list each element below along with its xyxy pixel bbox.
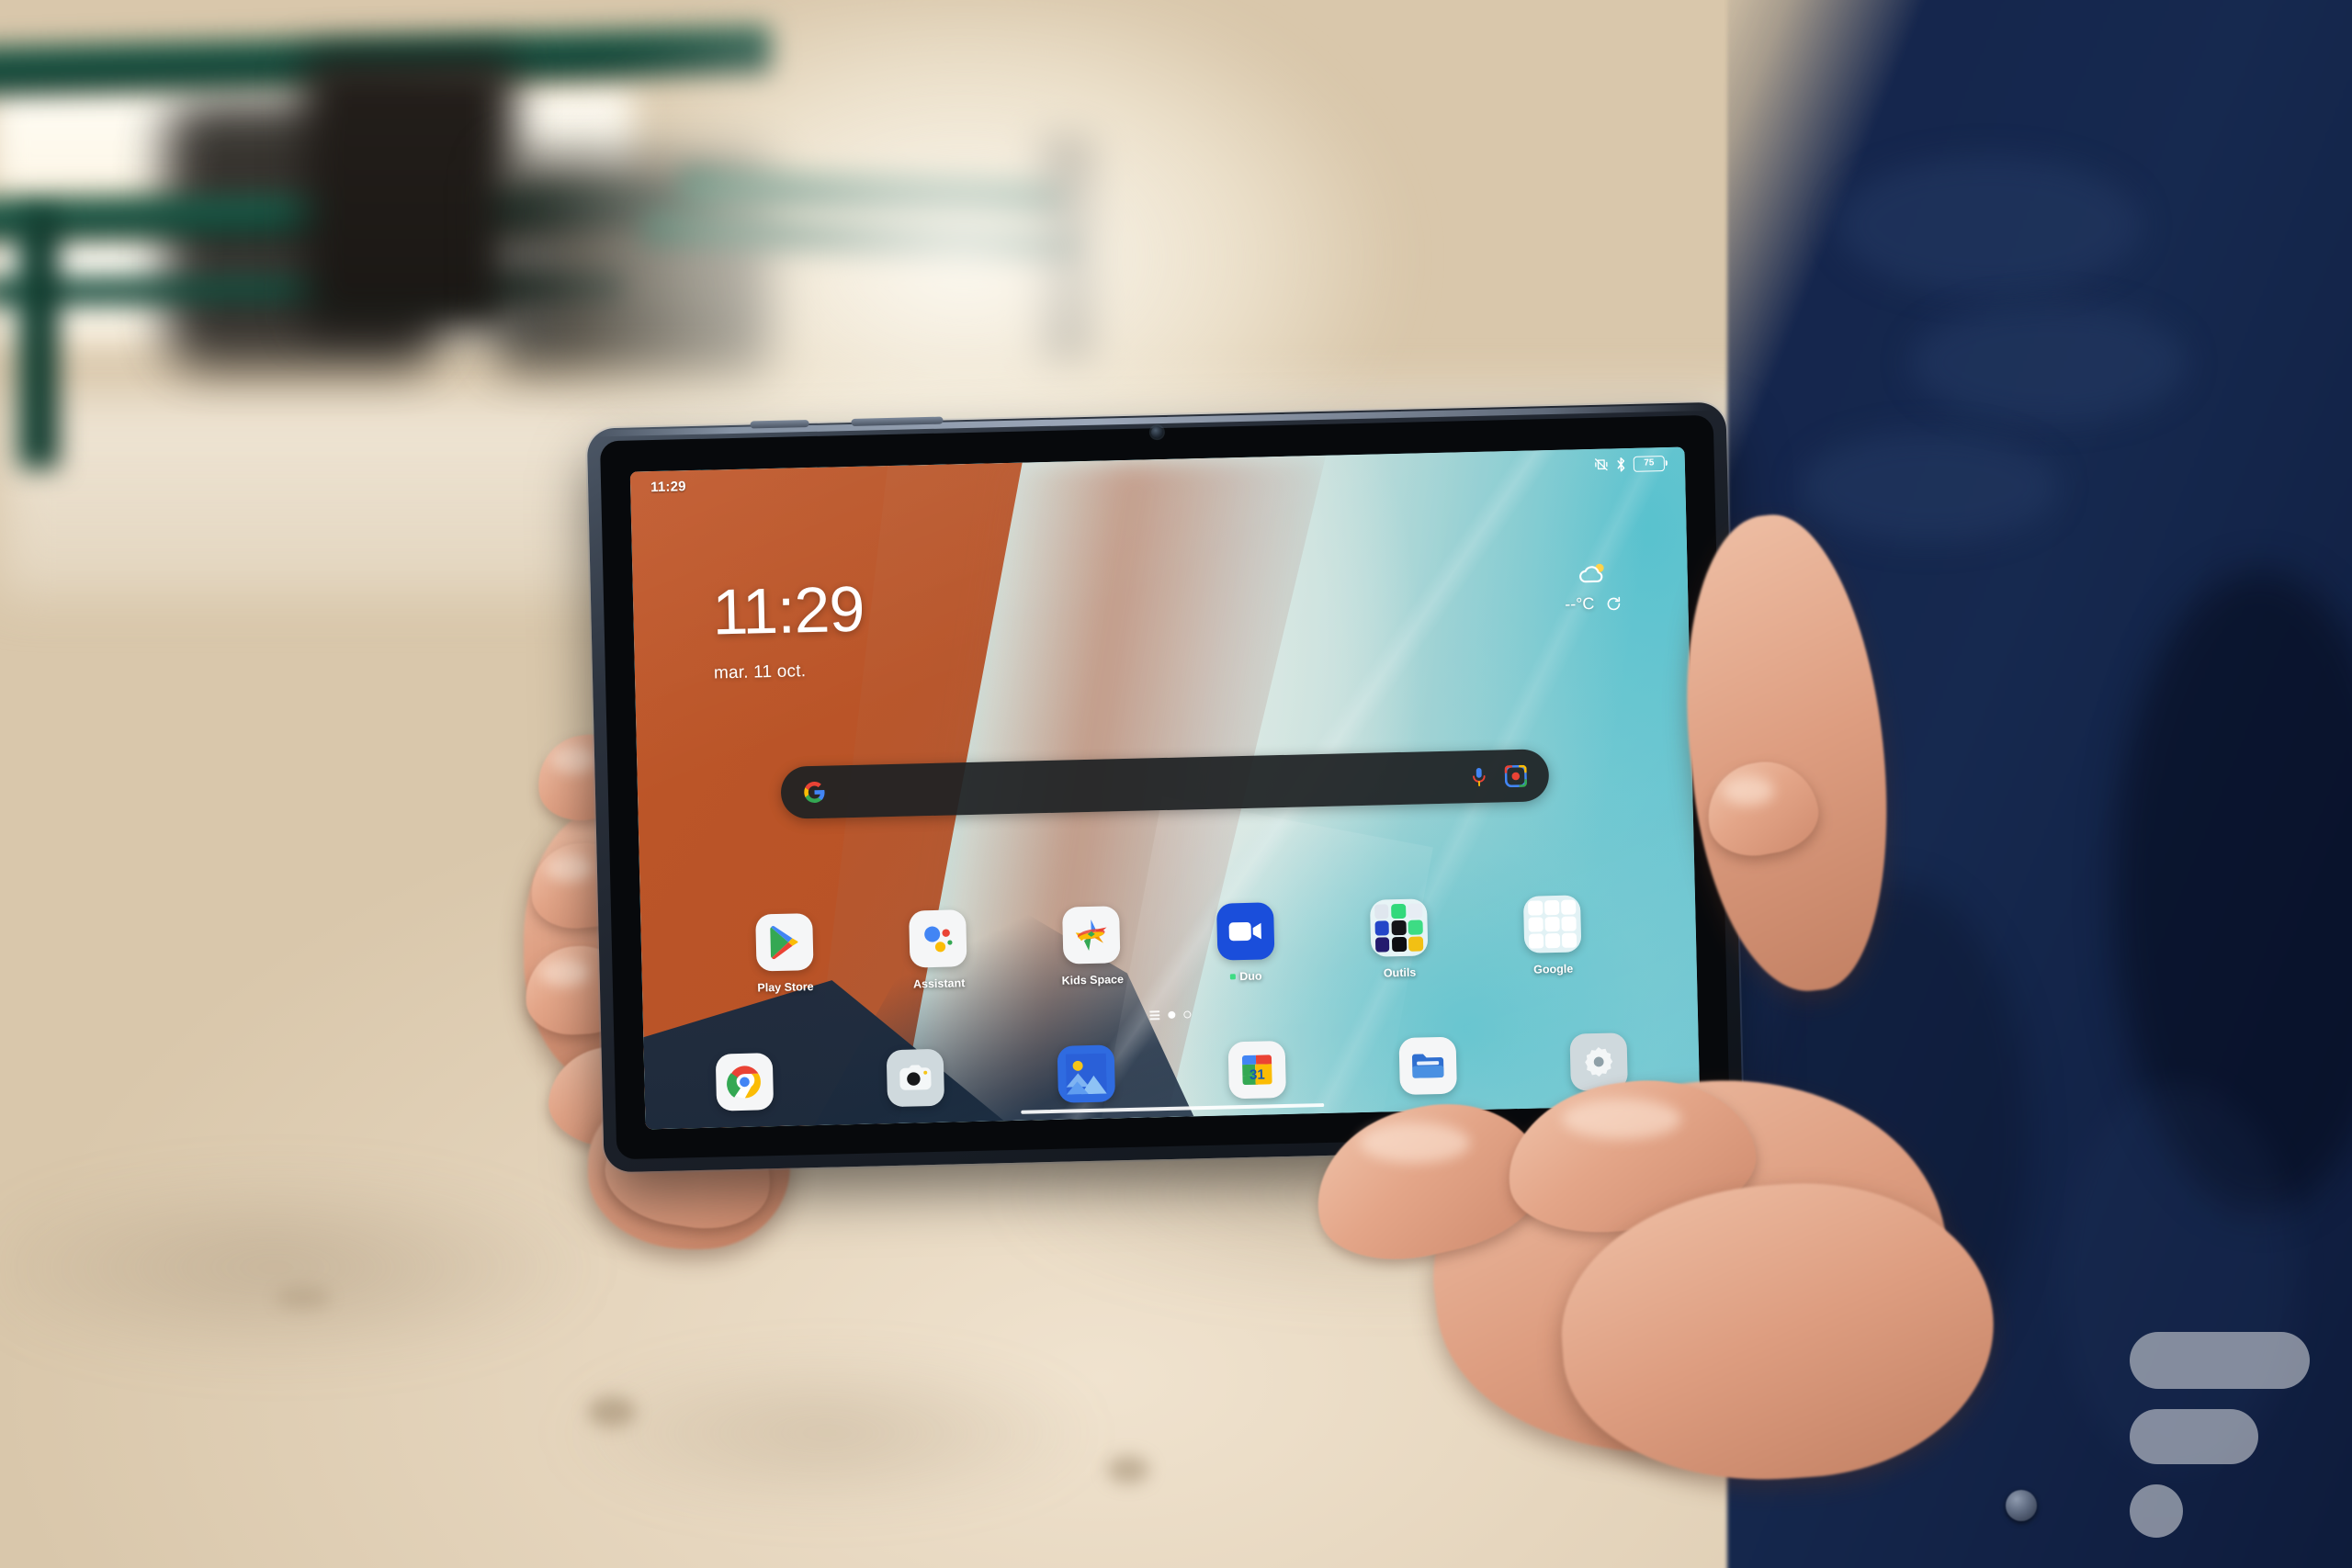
- mini-icon: [1374, 904, 1389, 919]
- vibrate-mute-icon: [1595, 458, 1608, 471]
- mini-icon: [1374, 920, 1390, 936]
- weather-readout: --°C: [1565, 593, 1623, 614]
- mini-icon: [1391, 937, 1407, 953]
- frandroid-logo: [2130, 1332, 2313, 1538]
- battery-level: 75: [1644, 457, 1655, 468]
- files-icon: [1411, 1054, 1444, 1078]
- logo-dot: [2130, 1484, 2183, 1538]
- mini-icon: [1390, 903, 1407, 919]
- calendar-icon: 31: [1241, 1055, 1272, 1086]
- app-folder-outils[interactable]: Outils: [1343, 898, 1455, 981]
- clock-widget[interactable]: 11:29 mar. 11 oct.: [711, 572, 866, 684]
- bench-leg: [18, 211, 59, 468]
- kids-space-icon: [1062, 906, 1121, 964]
- fallen-leaf: [276, 1286, 331, 1310]
- chrome-icon: [727, 1066, 761, 1099]
- clock-time: 11:29: [711, 572, 865, 649]
- mini-icon-photos: [1544, 933, 1561, 949]
- bluetooth-icon: [1617, 457, 1625, 471]
- app-label-text: Duo: [1239, 969, 1262, 984]
- mini-icon: [1374, 937, 1390, 953]
- app-list-icon[interactable]: [1149, 1010, 1160, 1021]
- app-folder-google[interactable]: Google: [1497, 895, 1609, 977]
- mini-icon: [1408, 919, 1423, 935]
- dock-item-files[interactable]: [1398, 1036, 1457, 1096]
- folder-icon: [1522, 895, 1582, 953]
- jacket-button: [2006, 1490, 2037, 1521]
- weather-widget[interactable]: --°C: [1564, 560, 1623, 614]
- page-dot-active[interactable]: [1168, 1010, 1176, 1019]
- page-indicator[interactable]: [1149, 1010, 1192, 1021]
- mini-icon: [1408, 903, 1423, 919]
- google-g-icon: [804, 782, 825, 803]
- logo-bar-top: [2130, 1332, 2310, 1389]
- notification-badge: [1230, 974, 1237, 980]
- dock-item-chrome[interactable]: [715, 1053, 775, 1111]
- dock-item-gallery[interactable]: [1057, 1044, 1116, 1103]
- status-bar-time: 11:29: [650, 478, 686, 495]
- cloud-sun-icon: [1579, 563, 1604, 583]
- microphone-icon[interactable]: [1470, 765, 1489, 787]
- settings-gear-icon: [1585, 1046, 1613, 1077]
- app-duo[interactable]: Duo: [1190, 902, 1302, 985]
- logo-bar-middle: [2130, 1409, 2258, 1464]
- app-label: Duo: [1230, 970, 1262, 984]
- app-kids-space[interactable]: Kids Space: [1035, 906, 1148, 988]
- calendar-day: 31: [1250, 1067, 1265, 1083]
- mini-icon: [1408, 936, 1424, 952]
- app-label: Play Store: [757, 980, 814, 995]
- dock-item-camera[interactable]: [886, 1048, 945, 1108]
- camera-icon: [899, 1065, 932, 1090]
- jacket-fold: [1838, 156, 2141, 294]
- mini-icon-gmail: [1544, 899, 1560, 915]
- search-bar-actions: [1470, 764, 1528, 787]
- mini-icon: [1391, 920, 1407, 936]
- page-dot[interactable]: [1183, 1010, 1192, 1019]
- mini-icon-calendar: [1562, 932, 1577, 948]
- mini-icon-google: [1527, 900, 1543, 916]
- refresh-icon[interactable]: [1605, 595, 1622, 612]
- mini-icon-drive: [1528, 917, 1544, 932]
- jacket-fold: [1801, 432, 2058, 542]
- gallery-icon: [1065, 1053, 1107, 1095]
- fallen-leaf: [1107, 1456, 1149, 1483]
- tablet-screen[interactable]: 11:29 75 11:29 mar. 11 oct. --°C Play St…: [629, 446, 1701, 1130]
- google-lens-icon[interactable]: [1504, 764, 1528, 787]
- weather-temperature: --°C: [1565, 593, 1595, 614]
- photo-scene: 11:29 75 11:29 mar. 11 oct. --°C Play St…: [0, 0, 2352, 1568]
- play-store-icon: [755, 913, 814, 972]
- app-play-store[interactable]: Play Store: [729, 912, 841, 995]
- status-bar-icons: 75: [1594, 455, 1666, 473]
- mini-icon-maps: [1561, 899, 1577, 915]
- front-camera: [1150, 425, 1163, 439]
- tablet-device: 11:29 75 11:29 mar. 11 oct. --°C Play St…: [586, 401, 1744, 1173]
- app-assistant[interactable]: Assistant: [882, 908, 994, 991]
- power-button[interactable]: [750, 420, 809, 429]
- folder-icon: [1369, 898, 1429, 957]
- mini-icon-chat: [1561, 916, 1577, 931]
- app-label: Assistant: [912, 976, 966, 991]
- app-label: Google: [1533, 962, 1574, 976]
- google-duo-icon: [1216, 902, 1275, 961]
- app-label: Kids Space: [1061, 973, 1125, 987]
- mini-icon-record: [1544, 917, 1560, 932]
- google-assistant-icon: [909, 909, 967, 968]
- clock-date: mar. 11 oct.: [713, 661, 807, 683]
- battery-indicator: 75: [1633, 455, 1666, 472]
- dock-item-calendar[interactable]: 31: [1227, 1041, 1286, 1100]
- mini-icon-kids: [1528, 933, 1544, 949]
- app-label: Outils: [1383, 965, 1417, 980]
- jacket-fold: [1911, 303, 2187, 423]
- fallen-leaf: [588, 1396, 636, 1427]
